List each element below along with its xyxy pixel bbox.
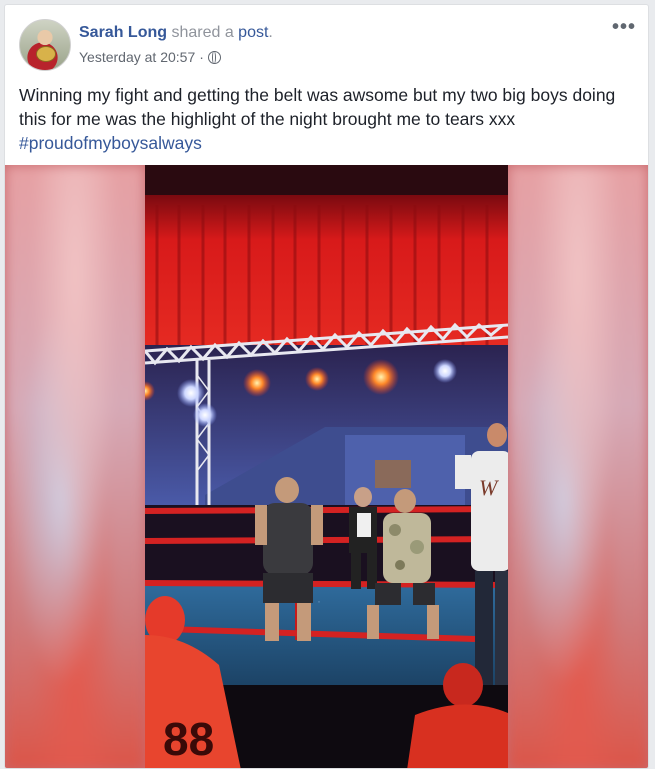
hashtag-link[interactable]: #proudofmyboysalways	[19, 131, 631, 155]
post-card: Sarah Long shared a post. Yesterday at 2…	[4, 4, 649, 769]
globe-icon[interactable]	[207, 50, 221, 64]
post-body: Winning my fight and getting the belt wa…	[19, 83, 631, 155]
video-frame[interactable]: · · · ·	[145, 165, 508, 768]
post-meta: Yesterday at 20:57 ·	[79, 49, 221, 65]
header-period: .	[268, 24, 273, 41]
author-name-link[interactable]: Sarah Long	[79, 24, 167, 41]
video-player[interactable]: · · · ·	[5, 165, 648, 768]
video-blur-right	[508, 165, 648, 768]
more-options-icon[interactable]: •••	[612, 17, 636, 37]
hoodie-number: 88	[163, 713, 214, 765]
post-header: Sarah Long shared a post.	[79, 24, 273, 42]
belt-graphic	[36, 46, 56, 62]
author-avatar[interactable]	[19, 19, 71, 71]
video-scene: · · · ·	[145, 165, 508, 768]
timestamp-link[interactable]: Yesterday at 20:57	[79, 49, 195, 65]
video-blur-left	[5, 165, 145, 768]
meta-separator: ·	[199, 49, 204, 65]
post-message: Winning my fight and getting the belt wa…	[19, 85, 616, 129]
action-text: shared a	[167, 24, 239, 41]
svg-text:W: W	[479, 475, 499, 500]
shared-post-link[interactable]: post	[238, 24, 268, 41]
